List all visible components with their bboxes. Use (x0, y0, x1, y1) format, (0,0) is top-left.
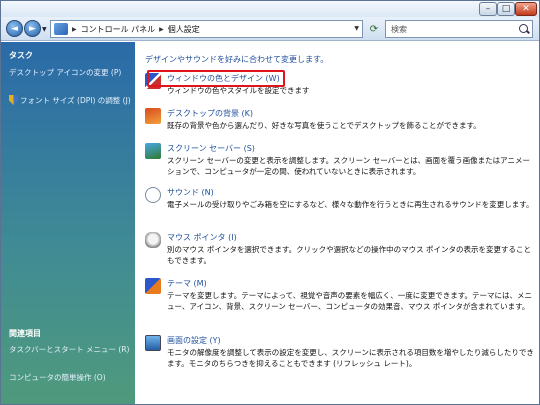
search-icon[interactable] (519, 24, 528, 33)
task-adjust-font-size-label: フォント サイズ (DPI) の調整 (J) (20, 96, 131, 105)
screen-saver-icon[interactable] (145, 143, 161, 159)
item-description: モニタの解像度を調整して表示の設定を変更し、スクリーンに表示される項目数を増やし… (167, 348, 534, 368)
task-change-desktop-icons[interactable]: デスクトップ アイコンの変更 (P) (9, 67, 131, 78)
item-description: 電子メールの受け取りやごみ箱を空にするなど、様々な動作を行うときに再生されるサウ… (167, 200, 534, 209)
tasks-heading: タスク (9, 51, 33, 60)
window-color-icon[interactable] (145, 73, 161, 89)
search-input[interactable]: 検索 (385, 20, 533, 38)
maximize-button[interactable]: □ (497, 2, 515, 16)
task-pane: タスク デスクトップ アイコンの変更 (P) フォント サイズ (DPI) の調… (1, 42, 135, 404)
task-adjust-font-size[interactable]: フォント サイズ (DPI) の調整 (J) (9, 95, 131, 106)
display-settings-link[interactable]: 画面の設定 (Y) (167, 335, 221, 346)
content-pane: デザインやサウンドを好みに合わせて変更します。 ウィンドウの色とデザイン (W)… (135, 42, 539, 404)
address-bar[interactable]: ▶ コントロール パネル ▶ 個人設定 ▼ (50, 20, 363, 38)
intro-text: デザインやサウンドを好みに合わせて変更します。 (145, 55, 329, 64)
screen-saver-link[interactable]: スクリーン セーバー (S) (167, 143, 255, 154)
mouse-pointer-link[interactable]: マウス ポインタ (I) (167, 232, 237, 243)
theme-icon[interactable] (145, 278, 161, 294)
control-panel-icon (54, 23, 68, 35)
back-button[interactable]: ◄ (6, 20, 23, 37)
minimize-button[interactable]: – (479, 2, 497, 16)
window-color-link[interactable]: ウィンドウの色とデザイン (W) (167, 73, 280, 84)
item-description: スクリーン セーバーの変更と表示を調整します。スクリーン セーバーとは、画面を覆… (167, 156, 530, 176)
mouse-pointer-icon[interactable] (145, 232, 161, 248)
related-taskbar-start-menu[interactable]: タスクバーとスタート メニュー (R) (9, 344, 131, 355)
shield-icon (9, 95, 18, 105)
breadcrumb-separator-icon[interactable]: ▶ (159, 26, 164, 33)
display-settings-icon[interactable] (145, 335, 161, 351)
personalization-window: – □ ✕ ◄ ► ▼ ▶ コントロール パネル ▶ 個人設定 ▼ ⟳ 検索 タ… (0, 0, 540, 405)
breadcrumb-separator-icon[interactable]: ▶ (72, 26, 77, 33)
theme-link[interactable]: テーマ (M) (167, 278, 207, 289)
search-placeholder: 検索 (391, 25, 407, 34)
sound-link[interactable]: サウンド (N) (167, 187, 214, 198)
navigation-bar: ◄ ► ▼ ▶ コントロール パネル ▶ 個人設定 ▼ ⟳ 検索 (1, 17, 539, 41)
item-description: 既存の背景や色から選んだり、好きな写真を使うことでデスクトップを飾ることができま… (167, 121, 481, 130)
breadcrumb-personalization[interactable]: 個人設定 (168, 24, 200, 35)
recent-pages-dropdown-icon[interactable]: ▼ (42, 26, 47, 33)
item-description: 別のマウス ポインタを選択できます。クリックや選択などの操作中のマウス ポインタ… (167, 245, 532, 265)
forward-button[interactable]: ► (24, 20, 41, 37)
refresh-icon[interactable]: ⟳ (367, 23, 381, 37)
close-button[interactable]: ✕ (515, 2, 537, 16)
related-ease-of-access[interactable]: コンピュータの簡単操作 (O) (9, 372, 131, 383)
related-heading: 関連項目 (9, 329, 41, 338)
item-description: テーマを変更します。テーマによって、視覚や音声の要素を幅広く、一度に変更できます… (167, 291, 533, 311)
address-dropdown-icon[interactable]: ▼ (354, 25, 359, 32)
desktop-background-icon[interactable] (145, 108, 161, 124)
sound-icon[interactable] (145, 187, 161, 203)
desktop-background-link[interactable]: デスクトップの背景 (K) (167, 108, 253, 119)
breadcrumb-control-panel[interactable]: コントロール パネル (81, 24, 156, 35)
title-bar[interactable]: – □ ✕ (1, 1, 539, 17)
item-description: ウィンドウの色やスタイルを設定できます (167, 86, 310, 95)
